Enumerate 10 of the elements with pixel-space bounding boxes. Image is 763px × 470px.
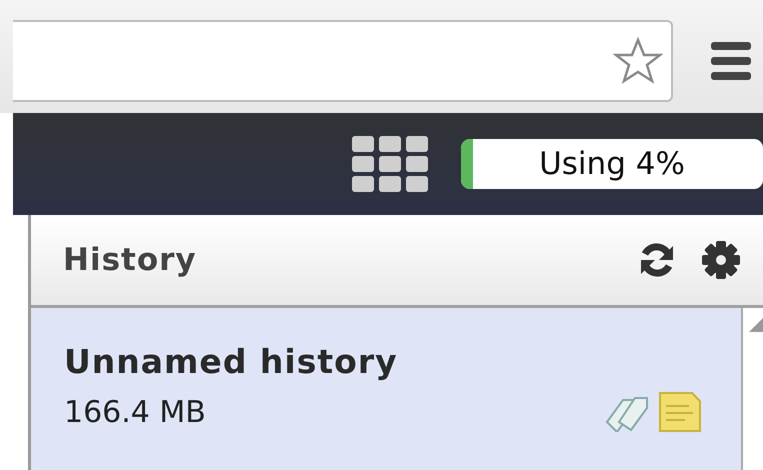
- apps-grid-icon[interactable]: [352, 136, 428, 192]
- history-size: 166.4 MB: [64, 394, 207, 432]
- note-icon[interactable]: [659, 392, 701, 432]
- usage-label: Using 4%: [539, 144, 685, 184]
- settings-icon[interactable]: [701, 240, 741, 280]
- scrollbar[interactable]: [741, 308, 763, 470]
- history-name[interactable]: Unnamed history: [64, 342, 741, 382]
- star-icon[interactable]: [613, 36, 663, 84]
- panel-title: History: [63, 240, 198, 280]
- menu-icon[interactable]: [711, 42, 751, 80]
